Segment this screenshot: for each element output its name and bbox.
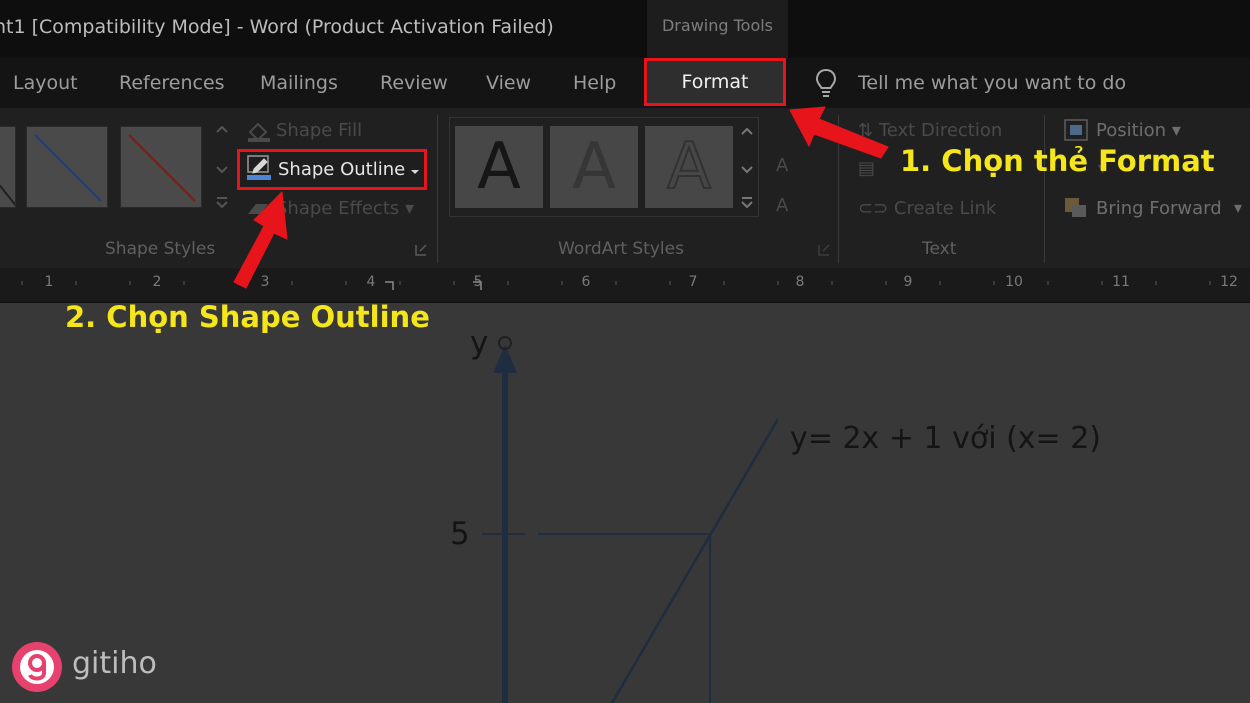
callout-arrows — [233, 106, 889, 289]
gitiho-wordmark: gitiho — [72, 646, 157, 681]
callout-step-2: 2. Chọn Shape Outline — [65, 300, 430, 334]
callout-step-1: 1. Chọn thẻ Format — [900, 144, 1215, 178]
arrow-to-format — [789, 106, 889, 159]
arrow-to-shape-outline — [233, 191, 288, 289]
gitiho-logo-icon — [10, 640, 64, 698]
